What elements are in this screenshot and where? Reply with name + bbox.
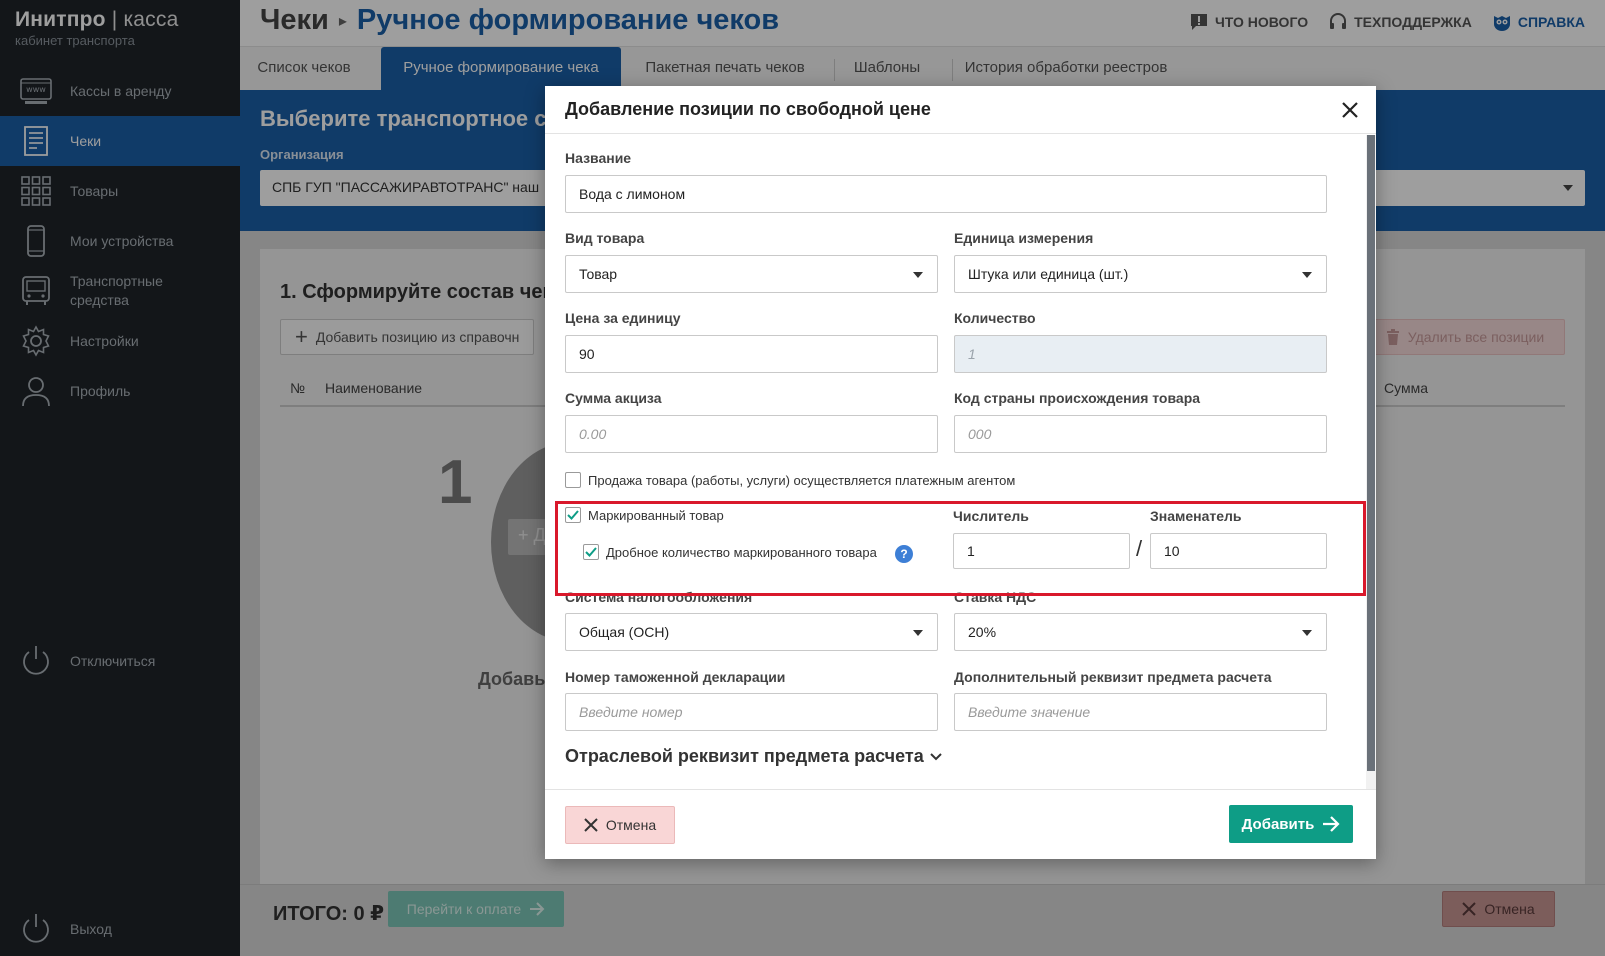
dialog-title: Добавление позиции по свободной цене: [565, 99, 931, 119]
dialog-footer: Отмена Добавить: [545, 789, 1376, 859]
scrollbar-thumb[interactable]: [1367, 135, 1375, 771]
industry-attribute-toggle[interactable]: Отраслевой реквизит предмета расчета: [565, 746, 942, 767]
cancel-button[interactable]: Отмена: [565, 806, 675, 844]
close-dialog-button[interactable]: [1338, 98, 1362, 122]
payment-agent-label: Продажа товара (работы, услуги) осуществ…: [588, 473, 1016, 488]
name-label: Название: [565, 150, 632, 166]
excise-placeholder: 0.00: [579, 426, 607, 442]
unit-value: Штука или единица (шт.): [968, 266, 1129, 282]
quantity-label: Количество: [954, 310, 1036, 326]
customs-declaration-placeholder: Введите номер: [579, 704, 683, 720]
excise-input[interactable]: 0.00: [565, 415, 938, 453]
unit-label: Единица измерения: [954, 230, 1094, 246]
dialog-scrollbar[interactable]: [1366, 135, 1376, 791]
payment-agent-checkbox[interactable]: [565, 472, 581, 488]
cancel-label: Отмена: [605, 817, 657, 833]
quantity-input: 1: [954, 335, 1327, 373]
extra-attribute-label: Дополнительный реквизит предмета расчета: [954, 669, 1272, 685]
extra-attribute-input[interactable]: Введите значение: [954, 693, 1327, 731]
highlight-frame: [555, 501, 1366, 596]
item-kind-value: Товар: [579, 266, 618, 282]
add-label: Добавить: [1241, 815, 1315, 833]
country-code-input[interactable]: 000: [954, 415, 1327, 453]
tax-system-select[interactable]: Общая (ОСН): [565, 613, 938, 651]
country-code-label: Код страны происхождения товара: [954, 390, 1201, 406]
vat-rate-select[interactable]: 20%: [954, 613, 1327, 651]
add-free-price-item-dialog: Добавление позиции по свободной цене Наз…: [545, 86, 1376, 859]
tax-system-value: Общая (ОСН): [579, 624, 670, 640]
vat-rate-value: 20%: [968, 624, 997, 640]
country-code-placeholder: 000: [968, 426, 992, 442]
arrow-right-icon: [1323, 816, 1340, 832]
excise-label: Сумма акциза: [565, 390, 662, 406]
chevron-down-icon: [913, 630, 923, 636]
name-value: Вода с лимоном: [579, 186, 686, 202]
quantity-value: 1: [968, 346, 976, 362]
chevron-down-icon: [1302, 272, 1312, 278]
name-input[interactable]: Вода с лимоном: [565, 175, 1327, 213]
price-value: 90: [579, 346, 595, 362]
chevron-down-icon: [913, 272, 923, 278]
customs-declaration-input[interactable]: Введите номер: [565, 693, 938, 731]
price-label: Цена за единицу: [565, 310, 681, 326]
dialog-header: Добавление позиции по свободной цене: [545, 86, 1376, 134]
industry-attribute-title: Отраслевой реквизит предмета расчета: [565, 746, 924, 766]
item-kind-label: Вид товара: [565, 230, 645, 246]
chevron-down-icon: [1302, 630, 1312, 636]
chevron-down-icon: [930, 752, 942, 760]
customs-declaration-label: Номер таможенной декларации: [565, 669, 786, 685]
close-icon: [1342, 102, 1358, 118]
close-icon: [584, 818, 598, 832]
add-button[interactable]: Добавить: [1229, 805, 1353, 843]
item-kind-select[interactable]: Товар: [565, 255, 938, 293]
extra-attribute-placeholder: Введите значение: [968, 704, 1091, 720]
price-input[interactable]: 90: [565, 335, 938, 373]
unit-select[interactable]: Штука или единица (шт.): [954, 255, 1327, 293]
